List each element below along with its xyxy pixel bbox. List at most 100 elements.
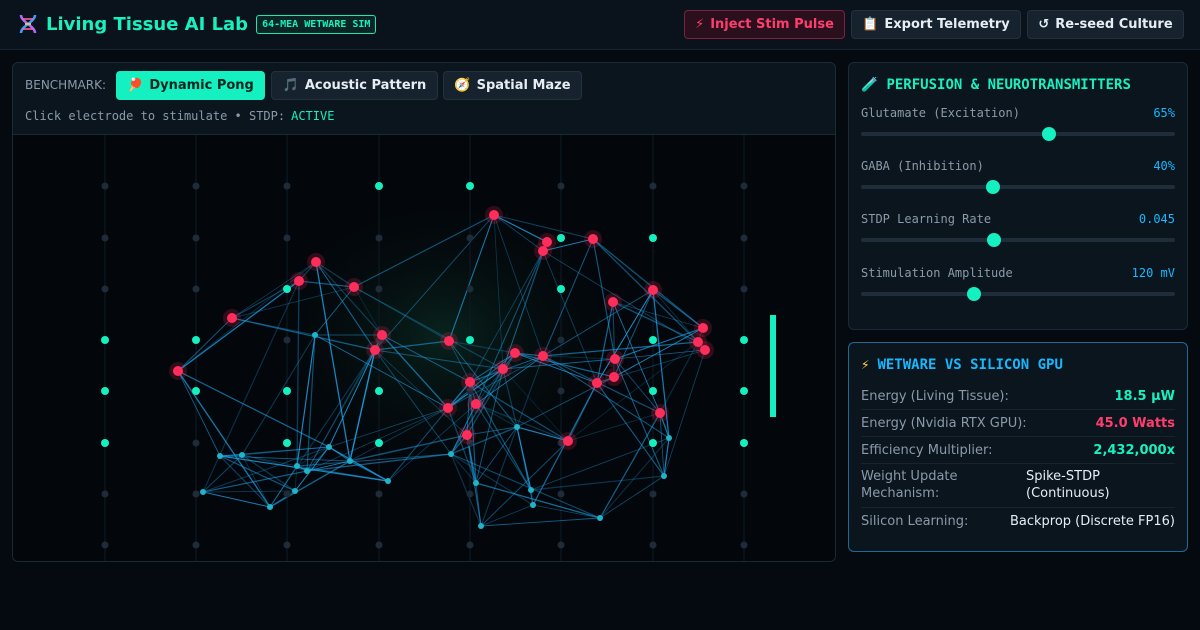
electrode-active	[557, 234, 565, 242]
brand: Living Tissue AI Lab 64-MEA WETWARE SIM	[16, 12, 377, 36]
mea-canvas[interactable]	[13, 134, 836, 562]
comparison-title-text: WETWARE VS SILICON GPU	[877, 357, 1063, 373]
electrode	[192, 234, 200, 242]
neuron-quiet	[312, 332, 318, 338]
electrode	[101, 285, 109, 293]
neuron-quiet	[448, 451, 454, 457]
electrode	[101, 234, 109, 242]
tab-acoustic-pattern-label: Acoustic Pattern	[304, 78, 427, 93]
electrode	[375, 541, 383, 549]
neuron-spiking	[294, 276, 304, 286]
gaba-slider[interactable]	[861, 180, 1175, 194]
neuron-spiking	[377, 330, 387, 340]
stat-row-energy-gpu: Energy (Nvidia RTX GPU): 45.0 Watts	[861, 410, 1175, 437]
neuron-spiking	[609, 372, 619, 382]
neuron-quiet	[530, 502, 536, 508]
stimulation-hint-text: Click electrode to stimulate • STDP:	[25, 109, 286, 123]
amplitude-value: 120 mV	[1131, 266, 1175, 280]
gaba-label: GABA (Inhibition)	[861, 159, 984, 173]
neural-network-visualization[interactable]	[13, 135, 836, 562]
electrode-active	[649, 387, 657, 395]
electrode	[649, 182, 657, 190]
synapse	[177, 317, 233, 372]
stdp-rate-slider-thumb[interactable]	[987, 233, 1002, 247]
stat-label: Efficiency Multiplier:	[861, 443, 993, 458]
stat-value: Spike-STDP (Continuous)	[1026, 469, 1110, 501]
electrode	[283, 234, 291, 242]
perfusion-panel: 🧪 PERFUSION & NEUROTRANSMITTERS Glutamat…	[848, 62, 1188, 330]
electrode-active	[466, 336, 474, 344]
electrode-active	[740, 387, 748, 395]
neuron-quiet	[217, 453, 223, 459]
ping-pong-icon: 🏓	[127, 78, 144, 93]
model-badge: 64-MEA WETWARE SIM	[256, 14, 377, 34]
tab-dynamic-pong[interactable]: 🏓 Dynamic Pong	[116, 71, 265, 100]
neuron-quiet	[294, 463, 300, 469]
neuron-spiking	[227, 313, 237, 323]
electrode	[466, 490, 474, 498]
electrode	[283, 490, 291, 498]
stat-label: Energy (Nvidia RTX GPU):	[861, 416, 1027, 431]
clipboard-icon: 📋	[862, 17, 879, 32]
neuron-quiet	[385, 478, 391, 484]
stdp-rate-slider[interactable]	[861, 233, 1175, 247]
tab-dynamic-pong-label: Dynamic Pong	[149, 78, 254, 93]
neuron-spiking	[311, 257, 321, 267]
neuron-spiking	[655, 408, 665, 418]
stat-value: Backprop (Discrete FP16)	[1009, 514, 1175, 529]
neuron-quiet	[597, 515, 603, 521]
neuron-quiet	[239, 452, 245, 458]
amplitude-slider-thumb[interactable]	[967, 287, 982, 301]
simulation-panel: BENCHMARK: 🏓 Dynamic Pong 🎵 Acoustic Pat…	[12, 62, 836, 562]
electrode	[192, 182, 200, 190]
lightning-icon: ⚡	[861, 357, 870, 373]
tab-spatial-maze-label: Spatial Maze	[476, 78, 571, 93]
electrode	[192, 439, 200, 447]
stimulation-hint: Click electrode to stimulate • STDP: ACTI…	[25, 109, 334, 123]
neuron-quiet	[267, 504, 273, 510]
neuron-spiking	[610, 354, 620, 364]
electrode	[557, 336, 565, 344]
electrode	[557, 490, 565, 498]
neuron-quiet	[347, 458, 353, 464]
electrode	[283, 336, 291, 344]
neuron-spiking	[498, 364, 508, 374]
electrode	[375, 234, 383, 242]
neuron-quiet	[473, 480, 479, 486]
gaba-slider-thumb[interactable]	[985, 180, 1000, 194]
reseed-culture-button[interactable]: ↺ Re-seed Culture	[1027, 10, 1184, 39]
synapse	[202, 491, 271, 508]
electrode-active	[192, 387, 200, 395]
electrode-active	[283, 285, 291, 293]
electrode	[101, 541, 109, 549]
stat-value: 45.0 Watts	[1095, 416, 1175, 431]
electrode	[283, 182, 291, 190]
electrode	[466, 285, 474, 293]
electrode-active	[375, 182, 383, 190]
electrode-active	[740, 336, 748, 344]
electrode	[740, 541, 748, 549]
glutamate-slider-thumb[interactable]	[1042, 127, 1057, 141]
electrode	[466, 541, 474, 549]
electrode	[375, 490, 383, 498]
neuron-spiking	[444, 336, 454, 346]
neuron-spiking	[462, 430, 472, 440]
neuron-spiking	[510, 348, 520, 358]
electrode-active	[283, 387, 291, 395]
electrode	[101, 182, 109, 190]
export-telemetry-button[interactable]: 📋 Export Telemetry	[851, 10, 1021, 39]
neuron-spiking	[349, 282, 359, 292]
synapse	[306, 460, 351, 472]
amplitude-slider[interactable]	[861, 287, 1175, 301]
tab-acoustic-pattern[interactable]: 🎵 Acoustic Pattern	[271, 71, 438, 100]
glutamate-slider-row: Glutamate (Excitation) 65%	[861, 106, 1175, 146]
glutamate-slider[interactable]	[861, 127, 1175, 141]
comparison-title: ⚡ WETWARE VS SILICON GPU	[861, 357, 1063, 373]
inject-stim-pulse-button[interactable]: ⚡ Inject Stim Pulse	[684, 10, 845, 39]
synapse	[599, 437, 670, 519]
tab-spatial-maze[interactable]: 🧭 Spatial Maze	[443, 71, 582, 100]
synapse	[269, 465, 298, 508]
refresh-icon: ↺	[1038, 17, 1050, 32]
electrode-active	[466, 182, 474, 190]
electrode	[740, 234, 748, 242]
